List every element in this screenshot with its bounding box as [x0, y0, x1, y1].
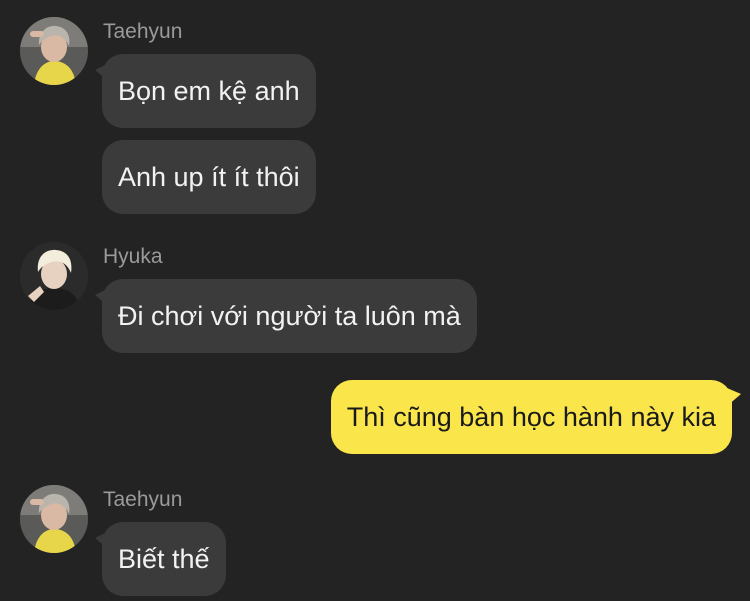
profile-photo-icon — [20, 242, 88, 310]
message-bubble[interactable]: Đi chơi với người ta luôn mà — [95, 279, 477, 353]
message-bubble[interactable]: Biết thế — [95, 522, 226, 596]
message-bubble[interactable]: Anh up ít ít thôi — [102, 140, 316, 214]
outgoing-message-bubble[interactable]: Thì cũng bàn học hành này kia — [330, 380, 742, 454]
profile-photo-icon — [20, 17, 88, 85]
sender-name: Taehyun — [103, 488, 183, 511]
avatar-taehyun[interactable] — [20, 485, 88, 553]
profile-photo-icon — [20, 485, 88, 553]
avatar-hyuka[interactable] — [20, 242, 88, 310]
message-bubble[interactable]: Bọn em kệ anh — [95, 54, 316, 128]
avatar-taehyun[interactable] — [20, 17, 88, 85]
sender-name: Taehyun — [103, 20, 183, 43]
sender-name: Hyuka — [103, 245, 163, 268]
